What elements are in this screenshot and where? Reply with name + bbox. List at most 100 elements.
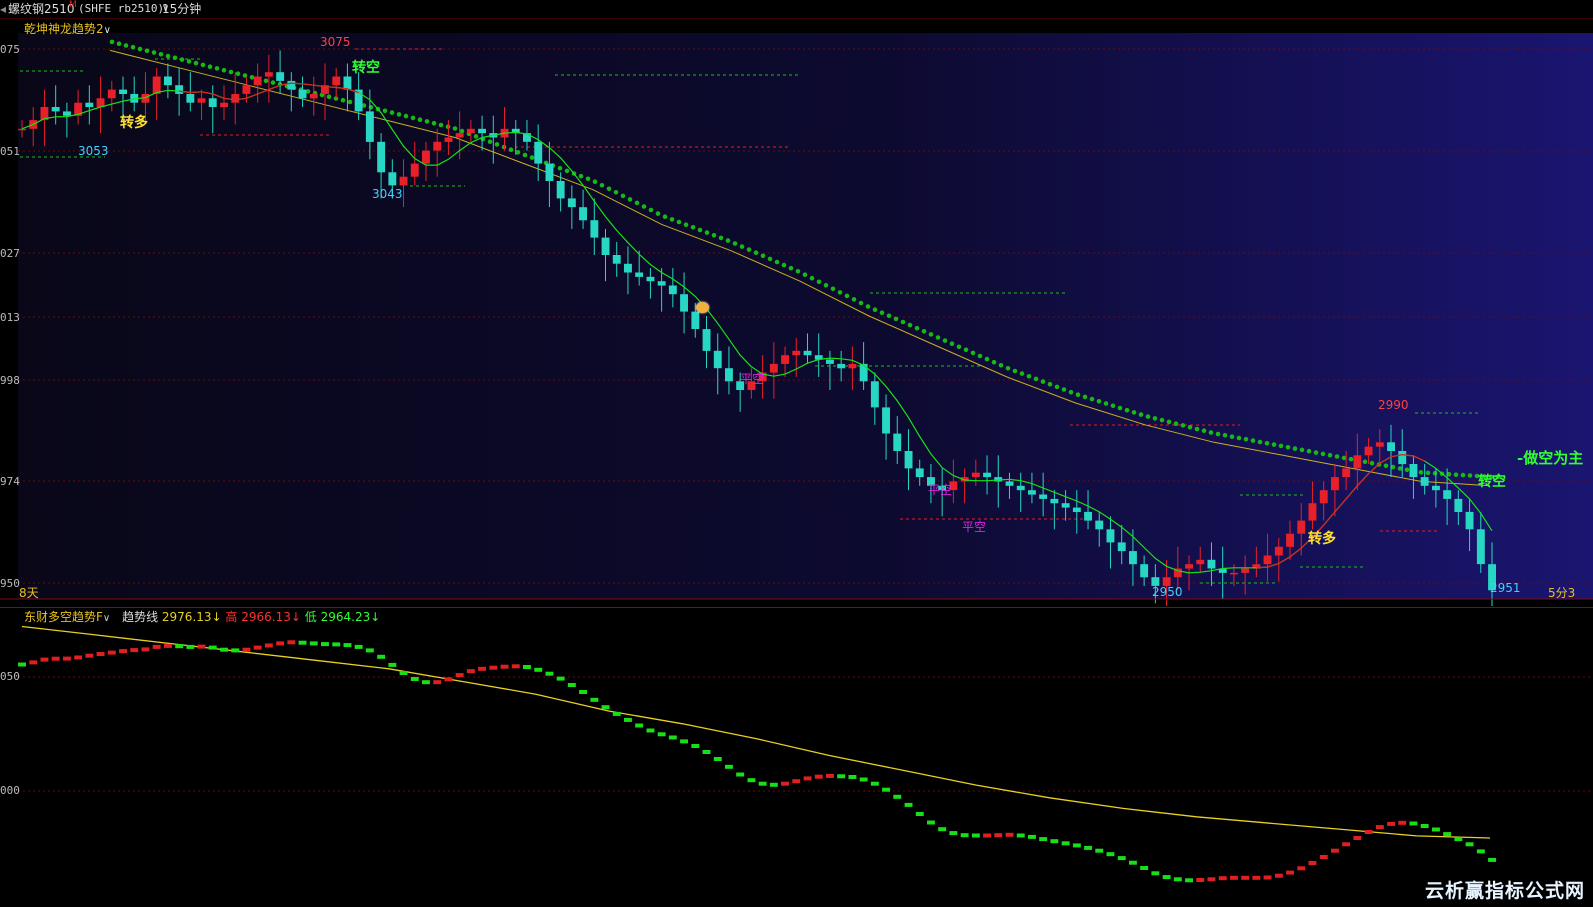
trend-dot [1362,459,1368,465]
candle-body [792,350,801,356]
trend-dot [1215,431,1221,437]
sub-trend-block [646,728,655,733]
sub-trend-block [444,677,453,682]
candle-body [893,433,902,451]
symbol-name[interactable]: 螺纹钢2510 [8,0,75,18]
trend-dot [1152,416,1158,421]
candle-body [803,350,812,356]
main-indicator-name[interactable]: 乾坤神龙趋势2∨ [24,20,111,37]
trend-dot [662,214,668,219]
candle-body [1106,529,1115,543]
sub-trend-block [264,643,273,648]
sub-trend-block [1443,832,1452,837]
sub-trend-block [343,643,352,648]
trend-dot [739,244,745,249]
trend-dot [214,66,220,71]
trend-dot [718,235,724,241]
trend-dot [592,179,598,184]
trend-dot [1397,466,1403,471]
candle-body [1050,498,1059,504]
trend-dot [1285,445,1291,450]
indicator-title: 乾坤神龙趋势2 [24,22,104,36]
candle-body [444,137,453,142]
sub-trend-block [410,677,419,681]
trend-dot [753,250,759,255]
sub-trend-block [309,641,318,646]
candle-body [1095,520,1104,530]
sub-y-label: 000 [0,784,20,797]
trend-dot [249,75,255,80]
trend-dot [1341,455,1347,461]
trend-dot [746,247,752,252]
sub-trend-block [983,833,991,838]
trend-dot [648,207,654,213]
trend-dot [1173,421,1179,427]
main-chart-panel[interactable]: 乾坤神龙趋势2∨ 075 051 027 013 998 974 950 8天 … [0,19,1593,606]
sub-trend-block [1196,878,1205,882]
sub-trend-block [1039,837,1048,842]
candle-body [63,111,71,116]
trend-dot [158,52,164,57]
trend-dot [872,307,878,313]
arrow-down-icon: ↓ [290,610,301,624]
trend-dot [816,279,822,285]
trend-dot [1383,463,1389,469]
candle-body [343,76,352,90]
trend-dot [382,108,388,114]
trend-dot [1054,384,1060,390]
trend-dot [1012,368,1018,374]
candle-body [668,285,677,295]
candle-body [18,128,26,131]
exchange-code: (SHFE rb2510) [78,2,165,15]
trend-dot [970,350,976,356]
candle-body [635,272,644,277]
candle-body [848,363,857,369]
trend-dot [417,117,423,122]
sub-indicator-panel[interactable]: 东财多空趋势F∨ 趋势线 2976.13↓ 高 2966.13↓ 低 2964.… [0,607,1593,907]
signal-turn-long: 转多 [120,115,148,131]
trend-dot [1453,472,1459,478]
sub-trend-block [938,827,947,832]
sub-trend-block [455,673,464,678]
sub-trend-block [422,680,430,685]
sub-chart-canvas[interactable] [0,608,1593,907]
sub-trend-block [1151,871,1160,876]
sub-trend-block [433,680,442,685]
candle-body [208,98,217,107]
trend-dot [865,304,871,309]
sub-trend-block [511,664,520,669]
trend-dot [1348,456,1354,462]
trend-dot [116,41,122,46]
trend-dot [1404,467,1410,473]
candle-body [1443,490,1452,499]
candle-body [478,128,486,134]
trend-dot [564,168,570,174]
trend-dot [613,190,619,195]
sub-trend-block [1297,866,1306,871]
candle-body [1331,477,1339,491]
trend-dot [1257,439,1263,445]
sub-trend-block [1398,820,1407,825]
sub-trend-block [18,662,26,667]
trend-dot [991,359,997,365]
high-label: 高 [225,610,238,624]
sub-trend-block [624,717,632,722]
trend-dot [200,62,206,68]
sub-trend-block [1241,875,1250,880]
sub-trend-block [635,723,644,728]
sub-trend-block [725,764,733,769]
trend-dot [655,211,661,216]
sub-trend-block [803,776,812,781]
candle-body [1297,520,1306,534]
candle-body [1207,559,1216,569]
sub-trend-block [1319,855,1328,859]
sub-trend-block [1050,839,1059,844]
candle-body [1342,468,1351,478]
days-label: 8天 [19,586,39,600]
trend-dot [270,80,276,85]
sub-indicator-name[interactable]: 东财多空趋势F [24,610,103,624]
trend-dot [977,353,983,359]
main-chart-canvas[interactable] [0,19,1593,606]
sub-trend-block [567,683,576,687]
trend-dot [1145,414,1151,419]
